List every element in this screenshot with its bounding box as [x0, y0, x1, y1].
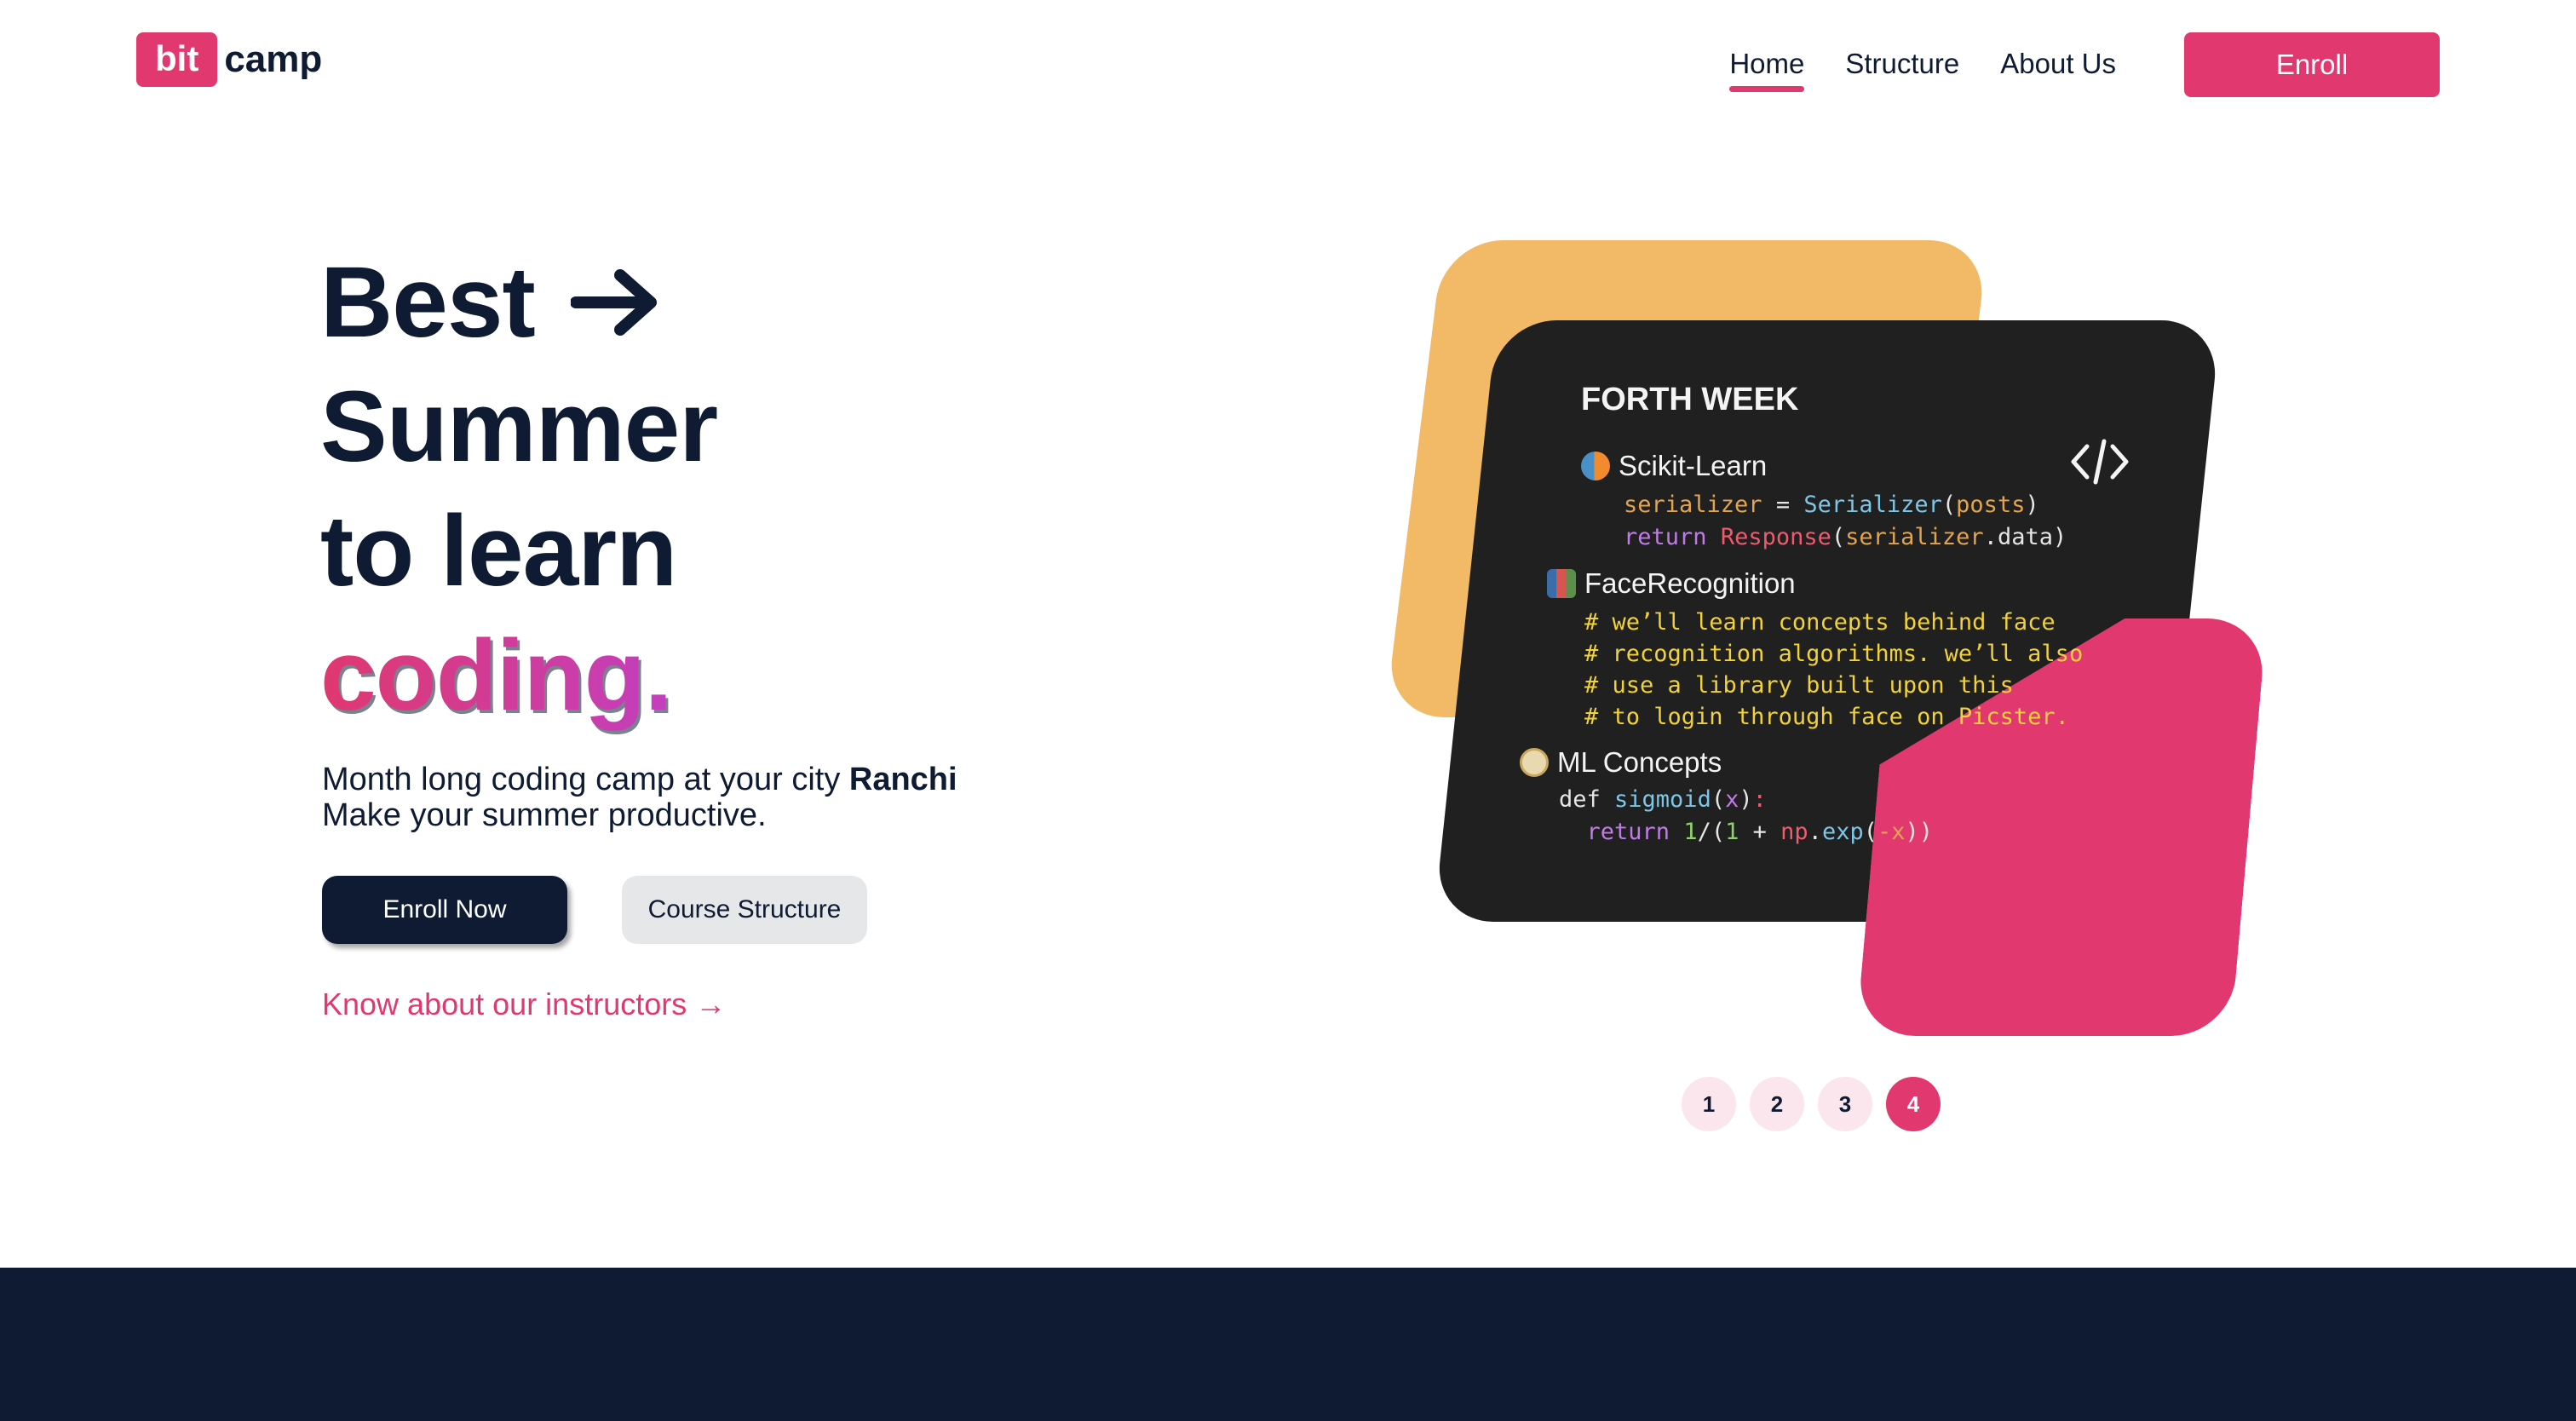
page-dot-2[interactable]: 2: [1750, 1077, 1804, 1131]
code-block-ml: def sigmoid(x): return 1/(1 + np.exp(-x)…: [1559, 786, 1934, 845]
section-scikit-learn: Scikit-Learn: [1581, 450, 1767, 482]
main-nav: Home Structure About Us: [1729, 48, 2116, 92]
page-dot-1[interactable]: 1: [1682, 1077, 1736, 1131]
code-block-face: # we’ll learn concepts behind face # rec…: [1584, 609, 2084, 730]
page-dot-3[interactable]: 3: [1818, 1077, 1872, 1131]
hero-title: Best Summer to learn coding.: [320, 240, 718, 738]
site-logo[interactable]: bit camp: [136, 32, 322, 87]
logo-camp: camp: [224, 38, 323, 80]
course-structure-button[interactable]: Course Structure: [622, 876, 867, 944]
subtext-prefix: Month long coding camp at your city: [322, 762, 849, 797]
section-label: FaceRecognition: [1584, 567, 1796, 599]
nav-link-home[interactable]: Home: [1729, 48, 1805, 92]
subtext-city: Ranchi: [848, 762, 957, 797]
arrow-right-icon: [570, 269, 657, 336]
hero-subtext: Month long coding camp at your city Ranc…: [322, 762, 957, 833]
scikit-learn-icon: [1581, 452, 1610, 480]
footer-section: [0, 1268, 2576, 1421]
instructors-link[interactable]: Know about our instructors →: [322, 987, 726, 1022]
nav-link-structure[interactable]: Structure: [1845, 48, 1959, 87]
enroll-now-button[interactable]: Enroll Now: [322, 876, 567, 944]
code-block-scikit: serializer = Serializer(posts) return Re…: [1624, 492, 2067, 550]
code-brackets-icon: [2071, 439, 2129, 485]
section-label: ML Concepts: [1557, 746, 1722, 778]
hero-title-highlight: coding.: [320, 613, 673, 738]
hero-title-line-4: coding.: [320, 613, 717, 738]
card-title: FORTH WEEK: [1581, 382, 1799, 417]
section-label: Scikit-Learn: [1619, 450, 1768, 481]
nav-link-about-us[interactable]: About Us: [2000, 48, 2116, 87]
page-dot-4[interactable]: 4: [1886, 1077, 1941, 1131]
hero-title-line-2: Summer: [320, 371, 718, 483]
logo-bit: bit: [136, 32, 218, 87]
hero-title-line-1: Best: [320, 240, 717, 365]
hero-title-line-3: to learn: [320, 495, 677, 607]
temple-icon: [1520, 748, 1549, 777]
subtext-line-2: Make your summer productive.: [322, 797, 767, 833]
section-ml-concepts: ML Concepts: [1520, 746, 1722, 779]
code-card: FORTH WEEK Scikit-Learn serializer = Ser…: [1448, 320, 2215, 922]
hero-title-best: Best: [320, 246, 536, 359]
enroll-button[interactable]: Enroll: [2184, 32, 2440, 97]
section-face-recognition: FaceRecognition: [1547, 567, 1796, 600]
books-icon: [1547, 569, 1576, 598]
